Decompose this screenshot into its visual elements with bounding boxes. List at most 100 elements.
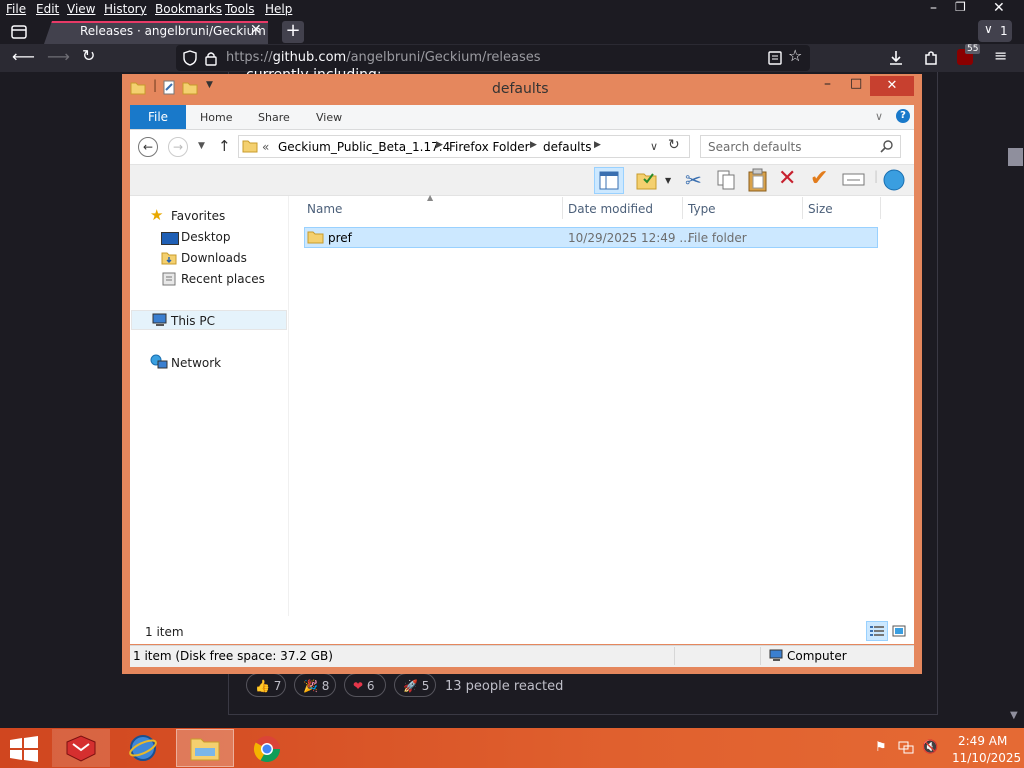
bookmark-star-icon[interactable]: ☆ — [788, 46, 802, 65]
breadcrumb-overflow[interactable]: « — [262, 140, 269, 154]
menu-history[interactable]: History — [104, 2, 147, 16]
properties-check-icon[interactable]: ✔ — [810, 166, 828, 191]
extensions-icon[interactable] — [922, 49, 940, 67]
ribbon-tab-bar — [130, 105, 914, 130]
breadcrumb-firefox-folder[interactable]: Firefox Folder — [449, 140, 530, 154]
new-tab-button[interactable]: + — [282, 21, 304, 43]
help-icon[interactable]: ? — [896, 109, 910, 123]
desktop-icon — [161, 232, 179, 245]
up-button[interactable]: ↑ — [218, 137, 231, 155]
start-windows-icon[interactable] — [9, 736, 39, 762]
url-text[interactable]: https://github.com/angelbruni/Geckium/re… — [226, 50, 541, 65]
quick-access-dropdown-icon[interactable]: ▼ — [206, 80, 213, 90]
search-icon[interactable] — [880, 140, 893, 153]
nav-desktop[interactable]: Desktop — [181, 230, 231, 244]
downloads-icon[interactable] — [887, 49, 905, 67]
back-button[interactable]: ← — [138, 137, 158, 157]
new-folder-icon[interactable] — [182, 80, 198, 96]
menu-view[interactable]: View — [67, 2, 95, 16]
nav-recent-places[interactable]: Recent places — [181, 272, 265, 286]
column-header-date[interactable]: Date modified — [568, 202, 653, 216]
column-header-size[interactable]: Size — [808, 202, 833, 216]
nav-favorites[interactable]: Favorites — [171, 209, 225, 223]
breadcrumb-chevron-icon[interactable]: ▶ — [594, 140, 601, 150]
menu-file[interactable]: File — [6, 2, 26, 16]
forward-icon[interactable]: ⟶ — [47, 47, 70, 66]
clock-time[interactable]: 2:49 AM — [958, 734, 1007, 748]
dropdown-arrow-icon[interactable]: ▼ — [665, 176, 671, 185]
rocket-icon: 🚀 — [403, 679, 418, 693]
menu-edit[interactable]: Edit — [36, 2, 59, 16]
column-divider[interactable] — [682, 197, 683, 219]
tab-close-icon[interactable]: ✕ — [250, 22, 262, 38]
preview-pane-button[interactable] — [594, 167, 624, 194]
breadcrumb-defaults[interactable]: defaults — [543, 140, 591, 154]
cut-icon[interactable]: ✂ — [685, 168, 702, 192]
ribbon-tab-file[interactable]: File — [130, 105, 186, 129]
scroll-down-icon[interactable]: ▼ — [1010, 710, 1018, 721]
address-dropdown-icon[interactable]: ∨ — [650, 140, 658, 153]
rename-icon[interactable] — [842, 172, 866, 188]
nav-network[interactable]: Network — [171, 356, 221, 370]
tabs-overflow-button[interactable]: ∨ 1 — [978, 20, 1012, 42]
clock-date[interactable]: 11/10/2025 — [952, 751, 1021, 765]
volume-muted-icon[interactable]: 🔇 — [922, 740, 938, 755]
menu-bookmarks[interactable]: Bookmarks — [155, 2, 222, 16]
action-center-flag-icon[interactable]: ⚑ — [875, 740, 887, 755]
menu-tools[interactable]: Tools — [225, 2, 255, 16]
forward-button[interactable]: → — [168, 137, 188, 157]
reader-view-icon[interactable] — [767, 50, 783, 66]
copy-icon[interactable] — [716, 169, 736, 191]
ribbon-tab-share[interactable]: Share — [258, 111, 290, 124]
breadcrumb-chevron-icon[interactable]: ▶ — [530, 140, 537, 150]
breadcrumb-geckium[interactable]: Geckium_Public_Beta_1.17.4 — [278, 140, 450, 154]
ribbon-tab-view[interactable]: View — [316, 111, 342, 124]
reaction-hooray[interactable]: 🎉 8 — [294, 673, 336, 697]
back-icon[interactable]: ⟵ — [12, 47, 35, 66]
hamburger-menu-icon[interactable]: ≡ — [994, 46, 1007, 65]
column-divider[interactable] — [880, 197, 881, 219]
search-placeholder: Search defaults — [708, 140, 802, 154]
folder-icon — [242, 140, 258, 153]
menu-help[interactable]: Help — [265, 2, 292, 16]
reaction-rocket[interactable]: 🚀 5 — [394, 673, 436, 697]
network-tray-icon[interactable] — [898, 741, 914, 755]
taskbar-app-ie[interactable] — [114, 729, 172, 767]
column-header-name[interactable]: Name — [307, 202, 342, 216]
shield-icon[interactable] — [182, 50, 198, 66]
select-folder-icon[interactable] — [636, 169, 658, 191]
globe-icon[interactable] — [882, 168, 906, 192]
minimize-icon[interactable]: – — [930, 0, 937, 16]
lock-icon[interactable] — [204, 50, 218, 66]
recent-locations-icon[interactable]: ▼ — [198, 141, 205, 151]
minimize-icon[interactable]: – — [824, 76, 831, 92]
details-view-button[interactable] — [866, 621, 888, 641]
column-divider[interactable] — [802, 197, 803, 219]
layout-icon — [599, 171, 619, 190]
reload-icon[interactable]: ↻ — [82, 46, 95, 65]
nav-downloads[interactable]: Downloads — [181, 251, 247, 265]
properties-icon[interactable] — [162, 80, 176, 96]
reaction-heart[interactable]: ❤ 6 — [344, 673, 386, 697]
close-button[interactable]: ✕ — [870, 76, 914, 96]
refresh-icon[interactable]: ↻ — [668, 137, 680, 153]
restore-icon[interactable]: ❐ — [955, 0, 966, 14]
column-header-type[interactable]: Type — [688, 202, 716, 216]
reaction-thumbs-up[interactable]: 👍 7 — [246, 673, 286, 697]
favorites-star-icon: ★ — [150, 206, 164, 224]
ribbon-tab-home[interactable]: Home — [200, 111, 232, 124]
column-divider[interactable] — [562, 197, 563, 219]
taskbar-app-geckium[interactable] — [52, 729, 110, 767]
page-scrollbar-thumb[interactable] — [1008, 148, 1023, 166]
close-window-icon[interactable]: ✕ — [993, 0, 1005, 16]
taskbar-app-chrome[interactable] — [238, 729, 296, 767]
breadcrumb-chevron-icon[interactable]: ▶ — [436, 140, 443, 150]
tab-list-button[interactable] — [8, 22, 30, 42]
large-icons-view-icon[interactable] — [892, 625, 906, 637]
recent-places-icon — [162, 272, 176, 286]
taskbar-app-explorer[interactable] — [176, 729, 234, 767]
maximize-icon[interactable]: □ — [850, 76, 862, 91]
paste-icon[interactable] — [747, 168, 769, 192]
delete-icon[interactable]: ✕ — [778, 166, 796, 191]
ribbon-expand-icon[interactable]: ∨ — [875, 110, 883, 123]
